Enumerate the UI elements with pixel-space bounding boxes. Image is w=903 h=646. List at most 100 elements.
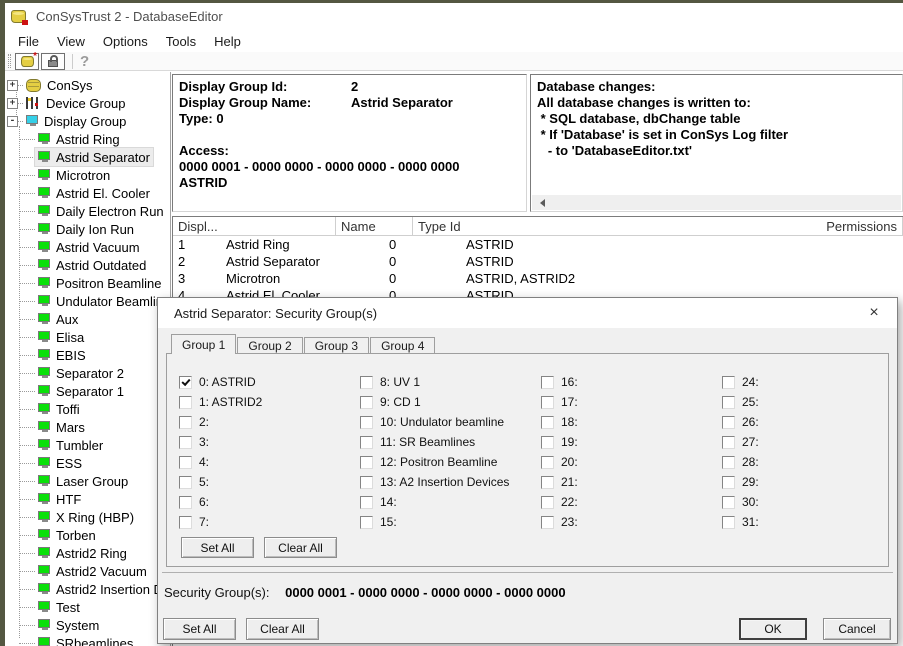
security-group-checkbox-row[interactable]: 15: bbox=[360, 515, 541, 529]
tree-item[interactable]: EBIS bbox=[5, 346, 170, 364]
checkbox[interactable] bbox=[541, 416, 554, 429]
security-group-checkbox-row[interactable]: 2: bbox=[179, 415, 360, 429]
security-group-checkbox-row[interactable]: 22: bbox=[541, 495, 722, 509]
tree-item[interactable]: Aux bbox=[5, 310, 170, 328]
tree-item[interactable]: Separator 2 bbox=[5, 364, 170, 382]
tree-expand-toggle[interactable]: + bbox=[7, 80, 18, 91]
toolbar-grip[interactable] bbox=[8, 54, 11, 68]
tab-clear-all-button[interactable]: Clear All bbox=[264, 537, 337, 558]
tree-expand-toggle[interactable]: + bbox=[7, 98, 18, 109]
group-tab[interactable]: Group 1 bbox=[171, 334, 236, 354]
tree-item[interactable]: Undulator Beamline bbox=[5, 292, 170, 310]
tree-item[interactable]: Tumbler bbox=[5, 436, 170, 454]
security-group-checkbox-row[interactable]: 16: bbox=[541, 375, 722, 389]
scroll-left-arrow-icon[interactable] bbox=[536, 199, 545, 207]
tree-item[interactable]: Astrid El. Cooler bbox=[5, 184, 170, 202]
checkbox[interactable] bbox=[541, 476, 554, 489]
checkbox[interactable] bbox=[541, 496, 554, 509]
tree-item[interactable]: Separator 1 bbox=[5, 382, 170, 400]
checkbox[interactable] bbox=[541, 516, 554, 529]
security-group-checkbox-row[interactable]: 9: CD 1 bbox=[360, 395, 541, 409]
set-all-button[interactable]: Set All bbox=[163, 618, 236, 640]
checkbox[interactable] bbox=[360, 416, 373, 429]
lock-button[interactable] bbox=[41, 53, 65, 70]
table-row[interactable]: 1 Astrid Ring 0 ASTRID bbox=[173, 236, 903, 253]
security-group-checkbox-row[interactable]: 24: bbox=[722, 375, 903, 389]
checkbox[interactable] bbox=[541, 436, 554, 449]
tree-item[interactable]: Positron Beamline bbox=[5, 274, 170, 292]
tree-item[interactable]: Test bbox=[5, 598, 170, 616]
menu-item[interactable]: Tools bbox=[157, 32, 205, 51]
security-group-checkbox-row[interactable]: 3: bbox=[179, 435, 360, 449]
security-group-checkbox-row[interactable]: 6: bbox=[179, 495, 360, 509]
clear-all-button[interactable]: Clear All bbox=[246, 618, 319, 640]
tree-item[interactable]: + Device Group bbox=[5, 94, 170, 112]
security-group-checkbox-row[interactable]: 10: Undulator beamline bbox=[360, 415, 541, 429]
checkbox[interactable] bbox=[179, 376, 192, 389]
checkbox[interactable] bbox=[179, 476, 192, 489]
tree-item[interactable]: SRbeamlines bbox=[5, 634, 170, 646]
tree-item[interactable]: Astrid Vacuum bbox=[5, 238, 170, 256]
checkbox[interactable] bbox=[722, 436, 735, 449]
security-group-checkbox-row[interactable]: 25: bbox=[722, 395, 903, 409]
security-group-checkbox-row[interactable]: 18: bbox=[541, 415, 722, 429]
security-group-checkbox-row[interactable]: 30: bbox=[722, 495, 903, 509]
checkbox[interactable] bbox=[722, 376, 735, 389]
tree-item[interactable]: Mars bbox=[5, 418, 170, 436]
tree-item[interactable]: Astrid2 Vacuum bbox=[5, 562, 170, 580]
security-group-checkbox-row[interactable]: 21: bbox=[541, 475, 722, 489]
checkbox[interactable] bbox=[541, 456, 554, 469]
tree-item[interactable]: Astrid2 Insertion Devices bbox=[5, 580, 170, 598]
group-tab[interactable]: Group 2 bbox=[237, 337, 302, 353]
security-group-checkbox-row[interactable]: 23: bbox=[541, 515, 722, 529]
column-header[interactable]: Name bbox=[336, 217, 413, 235]
checkbox[interactable] bbox=[360, 396, 373, 409]
checkbox[interactable] bbox=[360, 456, 373, 469]
security-group-checkbox-row[interactable]: 8: UV 1 bbox=[360, 375, 541, 389]
tab-set-all-button[interactable]: Set All bbox=[181, 537, 254, 558]
security-group-checkbox-row[interactable]: 13: A2 Insertion Devices bbox=[360, 475, 541, 489]
table-row[interactable]: 3 Microtron 0 ASTRID, ASTRID2 bbox=[173, 270, 903, 287]
security-group-checkbox-row[interactable]: 0: ASTRID bbox=[179, 375, 360, 389]
tree-item[interactable]: Astrid Ring bbox=[5, 130, 170, 148]
checkbox[interactable] bbox=[360, 496, 373, 509]
tree-item[interactable]: Laser Group bbox=[5, 472, 170, 490]
security-group-checkbox-row[interactable]: 26: bbox=[722, 415, 903, 429]
checkbox[interactable] bbox=[179, 396, 192, 409]
checkbox[interactable] bbox=[541, 396, 554, 409]
security-group-checkbox-row[interactable]: 19: bbox=[541, 435, 722, 449]
checkbox[interactable] bbox=[722, 476, 735, 489]
security-group-checkbox-row[interactable]: 7: bbox=[179, 515, 360, 529]
checkbox[interactable] bbox=[722, 456, 735, 469]
column-header[interactable]: Permissions bbox=[821, 217, 903, 235]
menu-item[interactable]: File bbox=[9, 32, 48, 51]
security-group-checkbox-row[interactable]: 1: ASTRID2 bbox=[179, 395, 360, 409]
tree-item[interactable]: ESS bbox=[5, 454, 170, 472]
tree-item[interactable]: Daily Ion Run bbox=[5, 220, 170, 238]
horizontal-scrollbar[interactable] bbox=[532, 195, 901, 210]
checkbox[interactable] bbox=[722, 416, 735, 429]
column-header[interactable]: Displ... bbox=[173, 217, 336, 235]
checkbox[interactable] bbox=[722, 496, 735, 509]
checkbox[interactable] bbox=[541, 376, 554, 389]
checkbox[interactable] bbox=[360, 516, 373, 529]
checkbox[interactable] bbox=[722, 516, 735, 529]
tree-item[interactable]: Daily Electron Run bbox=[5, 202, 170, 220]
table-row[interactable]: 2 Astrid Separator 0 ASTRID bbox=[173, 253, 903, 270]
tree-expand-toggle[interactable]: - bbox=[7, 116, 18, 127]
security-group-checkbox-row[interactable]: 27: bbox=[722, 435, 903, 449]
menu-item[interactable]: View bbox=[48, 32, 94, 51]
tree-item[interactable]: System bbox=[5, 616, 170, 634]
security-group-checkbox-row[interactable]: 12: Positron Beamline bbox=[360, 455, 541, 469]
tree-item[interactable]: + ConSys bbox=[5, 76, 170, 94]
checkbox[interactable] bbox=[360, 376, 373, 389]
menu-item[interactable]: Help bbox=[205, 32, 250, 51]
security-group-checkbox-row[interactable]: 14: bbox=[360, 495, 541, 509]
ok-button[interactable]: OK bbox=[739, 618, 807, 640]
database-new-button[interactable]: * bbox=[15, 53, 39, 70]
security-group-checkbox-row[interactable]: 4: bbox=[179, 455, 360, 469]
tree-item[interactable]: - Display Group bbox=[5, 112, 170, 130]
tree-item[interactable]: Elisa bbox=[5, 328, 170, 346]
tree-item[interactable]: Astrid2 Ring bbox=[5, 544, 170, 562]
checkbox[interactable] bbox=[179, 436, 192, 449]
